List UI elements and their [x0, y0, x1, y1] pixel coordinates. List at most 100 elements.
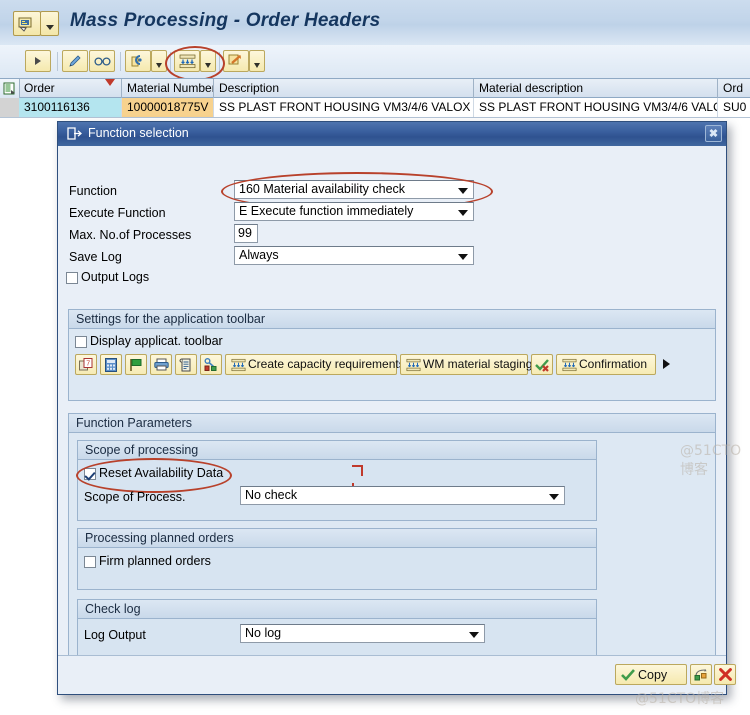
check-log-group: Check log Log Output No log	[77, 599, 597, 661]
function-selection-dialog: Function selection ✖ Function 160 Materi…	[57, 121, 736, 695]
cell-material-description[interactable]: SS PLAST FRONT HOUSING VM3/4/6 VALOX	[474, 98, 718, 117]
toolbar-settings-group: Settings for the application toolbar Dis…	[68, 309, 716, 401]
scope-of-processing-group: Scope of processing Reset Availability D…	[76, 440, 597, 521]
dialog-body: Function 160 Material availability check…	[58, 146, 736, 694]
green-flag-icon-button[interactable]	[125, 354, 147, 375]
toolbar-separator-3	[170, 52, 171, 71]
reset-availability-data-label: Reset Availability Data	[99, 466, 224, 480]
sap-system-icon[interactable]	[13, 11, 41, 36]
application-toolbar	[0, 45, 750, 81]
reset-availability-data-checkbox[interactable]	[84, 468, 96, 480]
mass-grid-icon	[406, 358, 421, 372]
sap-application-window: Mass Processing - Order Headers Order Ma…	[0, 0, 750, 715]
copy-variant-icon-button[interactable]	[690, 664, 712, 685]
firm-planned-orders-checkbox[interactable]	[84, 556, 96, 568]
function-select[interactable]: 160 Material availability check	[234, 180, 474, 199]
processing-planned-orders-group: Processing planned orders Firm planned o…	[77, 528, 597, 590]
firm-planned-orders-label: Firm planned orders	[99, 554, 211, 568]
log-output-label: Log Output	[84, 628, 146, 642]
output-logs-label: Output Logs	[81, 270, 150, 284]
export-button[interactable]	[223, 50, 249, 72]
svg-text:7: 7	[86, 360, 90, 367]
create-capacity-requirements-label: Create capacity requirements	[248, 357, 405, 371]
chevron-down-icon	[549, 494, 559, 500]
save-log-select-value: Always	[239, 248, 279, 262]
order-doc-icon-button[interactable]: 7	[75, 354, 97, 375]
scroll-log-icon-button[interactable]	[175, 354, 197, 375]
chevron-right-icon[interactable]	[663, 359, 670, 369]
change-button[interactable]	[62, 50, 88, 72]
max-processes-input[interactable]: 99	[234, 224, 258, 243]
execute-button[interactable]	[25, 50, 51, 72]
processing-planned-orders-title: Processing planned orders	[78, 529, 596, 548]
scope-of-process-label: Scope of Process.	[84, 490, 186, 504]
page-title: Mass Processing - Order Headers	[70, 10, 381, 31]
system-menu-chevron-down-icon[interactable]	[40, 11, 59, 36]
wm-material-staging-label: WM material staging	[423, 357, 533, 371]
select-layout-button[interactable]	[125, 50, 151, 72]
grid-col-description[interactable]: Description	[214, 79, 474, 98]
chevron-down-icon	[458, 188, 468, 194]
printer-icon-button[interactable]	[150, 354, 172, 375]
function-parameters-group-title: Function Parameters	[69, 414, 715, 433]
save-log-label: Save Log	[69, 250, 122, 264]
display-toolbar-checkbox[interactable]	[75, 336, 87, 348]
cell-description[interactable]: SS PLAST FRONT HOUSING VM3/4/6 VALOX	[214, 98, 474, 117]
scope-of-process-select[interactable]: No check	[240, 486, 565, 505]
dialog-title-text: Function selection	[88, 126, 189, 140]
execute-function-select-value: E Execute function immediately	[239, 204, 414, 218]
green-check-icon	[621, 668, 635, 681]
chevron-down-icon	[458, 254, 468, 260]
order-headers-grid: Order Material Number Description Materi…	[0, 78, 750, 123]
chevron-down-icon	[458, 210, 468, 216]
wm-material-staging-button[interactable]: WM material staging	[400, 354, 532, 375]
output-logs-checkbox[interactable]	[66, 272, 78, 284]
grid-select-all-icon[interactable]	[0, 79, 20, 98]
check-delete-icon-button[interactable]	[531, 354, 553, 375]
grid-col-material-number[interactable]: Material Number	[122, 79, 214, 98]
copy-button[interactable]: Copy	[615, 664, 687, 685]
mass-grid-icon	[231, 358, 246, 372]
confirmation-label: Confirmation	[579, 357, 648, 371]
cell-ord[interactable]: SU0	[718, 98, 750, 117]
cell-material-number[interactable]: 10000018775V	[122, 98, 214, 117]
check-log-title: Check log	[78, 600, 596, 619]
dialog-window-icon	[67, 127, 82, 140]
chevron-down-icon	[469, 632, 479, 638]
toolbar-separator	[57, 52, 58, 71]
function-parameters-group: Function Parameters Scope of processing …	[68, 413, 716, 667]
scope-of-process-value: No check	[245, 488, 298, 502]
row-select-handle[interactable]	[0, 98, 20, 117]
cell-order[interactable]: 3100116136	[19, 98, 122, 117]
mass-function-chevron-down-icon[interactable]	[200, 50, 216, 72]
display-button[interactable]	[89, 50, 115, 72]
function-label: Function	[69, 184, 117, 198]
export-chevron-down-icon[interactable]	[249, 50, 265, 72]
log-output-value: No log	[245, 626, 282, 640]
calculator-icon-button[interactable]	[100, 354, 122, 375]
log-output-select[interactable]: No log	[240, 624, 485, 643]
function-select-value: 160 Material availability check	[239, 182, 406, 196]
select-layout-chevron-down-icon[interactable]	[151, 50, 167, 72]
copy-button-label: Copy	[638, 667, 668, 682]
selection-corner-marker-top	[352, 465, 363, 476]
dialog-title-bar: Function selection ✖	[58, 122, 726, 146]
create-capacity-requirements-button[interactable]: Create capacity requirements	[225, 354, 405, 375]
grid-col-material-description[interactable]: Material description	[474, 79, 718, 98]
grid-col-ord[interactable]: Ord	[718, 79, 750, 98]
toolbar-separator-2	[120, 52, 121, 71]
execute-function-label: Execute Function	[69, 206, 166, 220]
window-title-bar: Mass Processing - Order Headers	[0, 0, 750, 46]
tools-icon-button[interactable]	[200, 354, 222, 375]
mass-grid-icon	[562, 358, 577, 372]
save-log-select[interactable]: Always	[234, 246, 474, 265]
table-row[interactable]: 3100116136 10000018775V SS PLAST FRONT H…	[0, 98, 750, 118]
cancel-button[interactable]	[714, 664, 736, 685]
close-icon[interactable]: ✖	[705, 125, 722, 142]
mass-function-button[interactable]	[174, 50, 200, 72]
confirmation-button[interactable]: Confirmation	[556, 354, 656, 375]
toolbar-settings-group-title: Settings for the application toolbar	[69, 310, 715, 329]
execute-function-select[interactable]: E Execute function immediately	[234, 202, 474, 221]
scope-of-processing-title: Scope of processing	[78, 441, 596, 460]
grid-header-row: Order Material Number Description Materi…	[0, 78, 750, 98]
